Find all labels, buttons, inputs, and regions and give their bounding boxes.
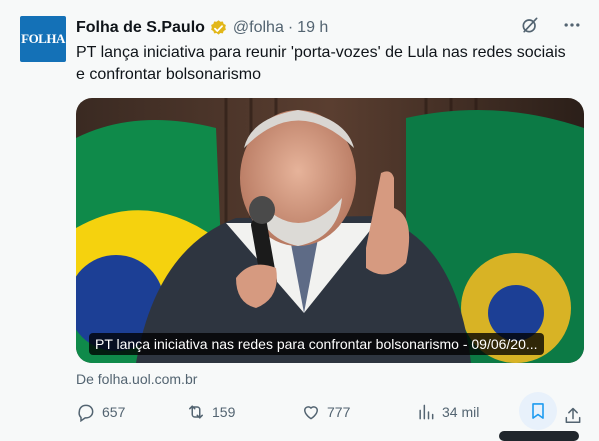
reply-button[interactable]: 657 — [76, 398, 125, 426]
author-handle[interactable]: @folha — [233, 19, 284, 37]
article-photo — [76, 98, 584, 363]
repost-count: 159 — [212, 404, 236, 420]
reply-count: 657 — [102, 404, 126, 420]
more-icon[interactable] — [561, 14, 583, 36]
action-bar: 657 159 777 34 mil — [76, 392, 586, 430]
separator-dot: · — [287, 19, 294, 36]
avatar[interactable]: FOLHA — [20, 16, 66, 62]
verified-badge-icon — [211, 19, 226, 35]
bookmark-icon — [532, 403, 544, 419]
card-caption: PT lança iniciativa nas redes para confr… — [89, 333, 544, 355]
card-source[interactable]: De folha.uol.com.br — [76, 371, 197, 387]
link-card[interactable]: PT lança iniciativa nas redes para confr… — [76, 98, 584, 363]
tweet-top-actions — [519, 14, 583, 36]
repost-button[interactable]: 159 — [186, 398, 235, 426]
share-icon — [565, 407, 581, 423]
like-button[interactable]: 777 — [301, 398, 350, 426]
share-button[interactable] — [563, 402, 589, 430]
timestamp[interactable]: 19 h — [297, 19, 328, 37]
author-name[interactable]: Folha de S.Paulo — [76, 19, 205, 37]
tweet-text: PT lança iniciativa para reunir 'porta-v… — [76, 44, 566, 83]
avatar-logo-text: FOLHA — [21, 31, 65, 46]
tweet-header: Folha de S.Paulo @folha · 19 h — [76, 17, 328, 39]
tweet[interactable]: FOLHA Folha de S.Paulo @folha · 19 h PT … — [0, 0, 599, 441]
views-button[interactable]: 34 mil — [416, 398, 479, 426]
bookmark-button[interactable] — [519, 392, 557, 430]
heart-icon — [304, 406, 318, 420]
views-count: 34 mil — [442, 404, 480, 420]
grok-icon[interactable] — [519, 14, 541, 36]
bookmark-tooltip — [499, 431, 579, 441]
views-icon — [419, 404, 434, 420]
reply-icon — [78, 404, 94, 422]
like-count: 777 — [327, 404, 351, 420]
repost-icon — [189, 405, 203, 419]
